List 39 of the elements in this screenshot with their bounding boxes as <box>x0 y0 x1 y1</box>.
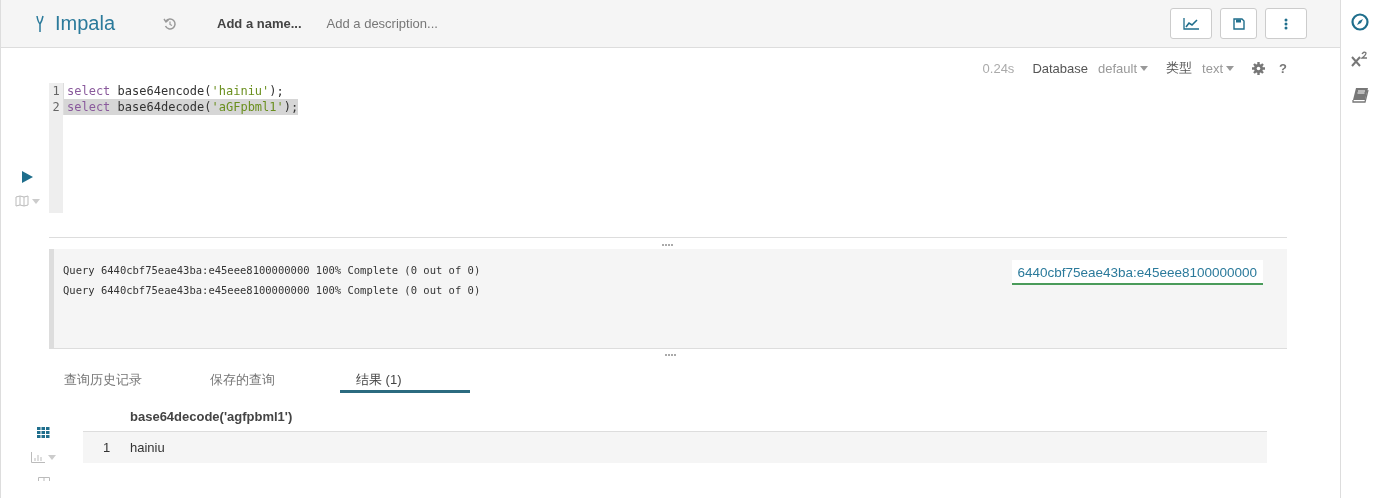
antler-icon <box>35 14 45 33</box>
column-header[interactable]: base64decode('agfpbml1') <box>130 408 293 424</box>
query-name-field[interactable]: Add a name... <box>217 16 302 31</box>
chart-button[interactable] <box>1170 8 1212 39</box>
run-icon[interactable] <box>21 171 33 183</box>
tab[interactable]: 保存的查询 <box>194 361 340 393</box>
save-icon <box>1232 17 1245 30</box>
line-chart-icon <box>1183 17 1199 30</box>
help-icon[interactable]: ? <box>1279 60 1287 76</box>
grid-icon[interactable] <box>37 427 50 438</box>
type-dropdown[interactable]: text <box>1202 60 1235 76</box>
app-title: Impala <box>55 12 116 35</box>
table-icon[interactable] <box>37 477 50 481</box>
query-id-link[interactable]: 6440cbf75eae43ba:e45eee8100000000 <box>1011 260 1263 285</box>
database-dropdown[interactable]: default <box>1098 60 1149 76</box>
table-cell: hainiu <box>130 440 165 455</box>
resize-handle-icon[interactable] <box>662 244 674 247</box>
resize-handle-icon[interactable] <box>664 354 677 357</box>
query-description-field[interactable]: Add a description... <box>326 16 438 31</box>
superscript-icon[interactable] <box>1351 51 1369 67</box>
line-number: 2 <box>49 99 64 115</box>
compass-icon[interactable] <box>1351 13 1369 31</box>
history-icon[interactable] <box>163 16 178 31</box>
row-number: 1 <box>101 440 112 455</box>
chart-dropdown[interactable] <box>31 452 56 463</box>
more-icon <box>1284 17 1288 30</box>
tab[interactable]: 查询历史记录 <box>48 361 194 393</box>
database-label: Database <box>1032 60 1089 76</box>
type-label: 类型 <box>1166 59 1193 77</box>
log-line: Query 6440cbf75eae43ba:e45eee8100000000 100% Complete (0 out of 0) <box>63 283 481 298</box>
code-line[interactable]: select base64encode('hainiu'); <box>64 83 284 99</box>
settings-icon[interactable] <box>1252 61 1266 75</box>
tab[interactable]: 结果 (1) <box>340 361 470 393</box>
save-button[interactable] <box>1220 8 1257 39</box>
line-number: 1 <box>49 83 64 99</box>
execution-time: 0.24s <box>982 60 1015 76</box>
book-icon[interactable] <box>1351 87 1369 104</box>
map-dropdown[interactable] <box>14 195 40 207</box>
log-line: Query 6440cbf75eae43ba:e45eee8100000000 100% Complete (0 out of 0) <box>63 263 481 278</box>
